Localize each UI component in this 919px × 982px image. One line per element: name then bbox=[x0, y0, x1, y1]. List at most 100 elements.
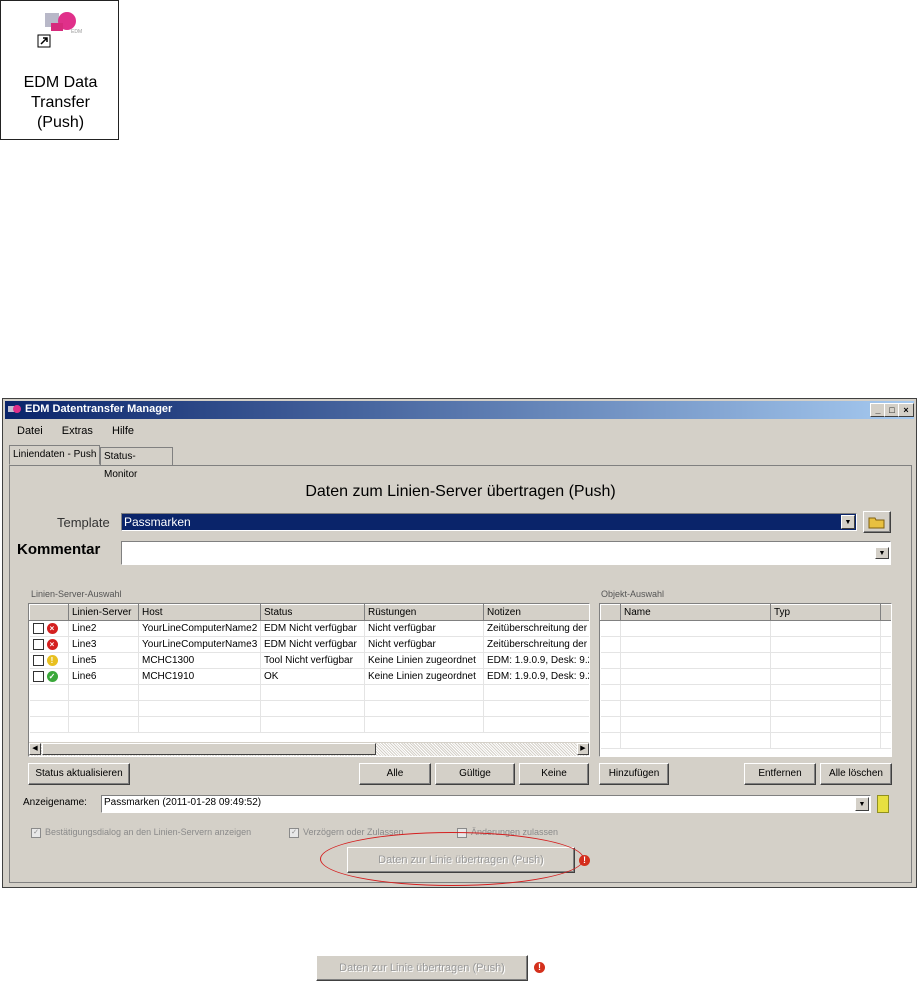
select-valid-button[interactable]: Gültige bbox=[435, 763, 515, 785]
chevron-down-icon[interactable]: ▼ bbox=[875, 547, 889, 559]
menu-hilfe[interactable]: Hilfe bbox=[112, 425, 134, 437]
row-select-cell[interactable]: × bbox=[29, 636, 69, 653]
folder-icon bbox=[868, 517, 885, 529]
empty-row bbox=[600, 700, 891, 717]
table-row[interactable]: × Line2 YourLineComputerName2 EDM Nicht ver… bbox=[29, 620, 589, 637]
table-row[interactable]: ✓ Line6 MCHC1910 OK Keine Linien zugeordnet E… bbox=[29, 668, 589, 685]
scroll-right-icon[interactable]: ▶ bbox=[577, 743, 589, 755]
cell-status: OK bbox=[260, 668, 365, 685]
select-none-button[interactable]: Keine bbox=[519, 763, 589, 785]
server-table: Linien-Server Host Status Rüstungen Noti… bbox=[28, 603, 590, 757]
svg-text:EDM: EDM bbox=[71, 29, 82, 35]
comment-input[interactable]: ▼ bbox=[121, 541, 891, 565]
shortcut-label-1: EDM Data bbox=[23, 74, 98, 91]
empty-row bbox=[29, 716, 589, 733]
clear-all-button[interactable]: Alle löschen bbox=[820, 763, 892, 785]
empty-row bbox=[600, 668, 891, 685]
col-ruestungen[interactable]: Rüstungen bbox=[364, 604, 484, 621]
empty-row bbox=[600, 620, 891, 637]
cell-host: MCHC1300 bbox=[138, 652, 261, 669]
menu-bar: Datei Extras Hilfe bbox=[17, 425, 150, 437]
menu-datei[interactable]: Datei bbox=[17, 425, 43, 437]
template-label: Template bbox=[57, 515, 110, 530]
note-icon[interactable] bbox=[877, 795, 889, 813]
empty-row bbox=[600, 652, 891, 669]
shortcut-label-2: Transfer bbox=[31, 94, 90, 111]
template-select[interactable]: Passmarken ▼ bbox=[121, 513, 857, 531]
cell-notizen: Zeitüberschreitung der bbox=[483, 636, 589, 653]
col-object-select[interactable] bbox=[600, 604, 621, 621]
col-status[interactable]: Status bbox=[260, 604, 365, 621]
edm-transfer-app-icon: EDM bbox=[37, 12, 82, 48]
col-typ[interactable]: Typ bbox=[770, 604, 881, 621]
row-select-cell[interactable]: × bbox=[29, 620, 69, 637]
shortcut-label-3: (Push) bbox=[36, 114, 85, 131]
cell-status: EDM Nicht verfügbar bbox=[260, 636, 365, 653]
title-bar[interactable]: EDM Datentransfer Manager _ □ × bbox=[5, 401, 914, 419]
add-button[interactable]: Hinzufügen bbox=[599, 763, 669, 785]
row-select-cell[interactable]: ! bbox=[29, 652, 69, 669]
confirm-dialog-checkbox[interactable]: ✓ Bestätigungsdialog an den Linien-Server… bbox=[31, 827, 251, 838]
window-title: EDM Datentransfer Manager bbox=[25, 403, 173, 415]
display-name-value: Passmarken (2011-01-28 09:49:52) bbox=[104, 797, 262, 808]
cell-ruestungen: Nicht verfügbar bbox=[364, 636, 484, 653]
chevron-down-icon[interactable]: ▼ bbox=[855, 797, 869, 811]
template-value: Passmarken bbox=[124, 515, 191, 529]
chevron-down-icon[interactable]: ▼ bbox=[841, 515, 855, 529]
display-name-label: Anzeigename: bbox=[23, 797, 87, 808]
cell-line: Line5 bbox=[68, 652, 139, 669]
tab-status-monitor[interactable]: Status-Monitor bbox=[100, 447, 173, 480]
refresh-status-button[interactable]: Status aktualisieren bbox=[28, 763, 130, 785]
server-hscrollbar[interactable]: ◀ ▶ bbox=[29, 742, 589, 756]
transfer-push-button-zoom[interactable]: Daten zur Linie übertragen (Push) bbox=[316, 955, 528, 981]
server-table-header: Linien-Server Host Status Rüstungen Noti… bbox=[29, 604, 589, 621]
object-table: Name Typ bbox=[599, 603, 892, 757]
highlight-circle bbox=[320, 832, 584, 886]
table-row[interactable]: × Line3 YourLineComputerName3 EDM Nicht ver… bbox=[29, 636, 589, 653]
row-checkbox[interactable] bbox=[32, 654, 44, 666]
remove-button[interactable]: Entfernen bbox=[744, 763, 816, 785]
cell-ruestungen: Nicht verfügbar bbox=[364, 620, 484, 637]
row-checkbox[interactable] bbox=[32, 638, 44, 650]
cell-notizen: EDM: 1.9.0.9, Desk: 9.2. bbox=[483, 668, 589, 685]
cell-ruestungen: Keine Linien zugeordnet bbox=[364, 668, 484, 685]
row-checkbox[interactable] bbox=[32, 670, 44, 682]
close-button[interactable]: × bbox=[898, 403, 914, 417]
display-name-select[interactable]: Passmarken (2011-01-28 09:49:52) ▼ bbox=[101, 795, 871, 813]
cell-ruestungen: Keine Linien zugeordnet bbox=[364, 652, 484, 669]
scroll-thumb[interactable] bbox=[42, 743, 376, 755]
open-folder-button[interactable] bbox=[863, 511, 891, 533]
tab-liniendaten-push[interactable]: Liniendaten - Push bbox=[9, 445, 101, 465]
col-select[interactable] bbox=[29, 604, 69, 621]
status-error-icon: × bbox=[46, 622, 58, 634]
cell-notizen: Zeitüberschreitung der bbox=[483, 620, 589, 637]
col-line-server[interactable]: Linien-Server bbox=[68, 604, 139, 621]
menu-extras[interactable]: Extras bbox=[62, 425, 93, 437]
status-error-icon: × bbox=[46, 638, 58, 650]
desktop-shortcut[interactable]: EDM EDM Data Transfer (Push) bbox=[0, 0, 119, 140]
select-all-button[interactable]: Alle bbox=[359, 763, 431, 785]
empty-row bbox=[600, 732, 891, 749]
object-group-label: Objekt-Auswahl bbox=[601, 589, 665, 599]
cell-line: Line2 bbox=[68, 620, 139, 637]
cell-line: Line6 bbox=[68, 668, 139, 685]
empty-row bbox=[600, 716, 891, 733]
warning-icon-zoom: ! bbox=[534, 962, 545, 973]
empty-row bbox=[29, 684, 589, 701]
cell-notizen: EDM: 1.9.0.9, Desk: 9.2. bbox=[483, 652, 589, 669]
app-icon bbox=[8, 405, 21, 413]
object-table-header: Name Typ bbox=[600, 604, 891, 621]
cell-line: Line3 bbox=[68, 636, 139, 653]
col-name[interactable]: Name bbox=[620, 604, 771, 621]
empty-row bbox=[29, 700, 589, 717]
table-row[interactable]: ! Line5 MCHC1300 Tool Nicht verfügbar Keine … bbox=[29, 652, 589, 669]
server-group-label: Linien-Server-Auswahl bbox=[31, 589, 122, 599]
app-window: EDM Datentransfer Manager _ □ × Datei Ex… bbox=[2, 398, 917, 888]
cell-host: YourLineComputerName2 bbox=[138, 620, 261, 637]
col-notizen[interactable]: Notizen bbox=[483, 604, 589, 621]
scroll-left-icon[interactable]: ◀ bbox=[29, 743, 41, 755]
row-select-cell[interactable]: ✓ bbox=[29, 668, 69, 685]
col-host[interactable]: Host bbox=[138, 604, 261, 621]
row-checkbox[interactable] bbox=[32, 622, 44, 634]
empty-row bbox=[600, 636, 891, 653]
